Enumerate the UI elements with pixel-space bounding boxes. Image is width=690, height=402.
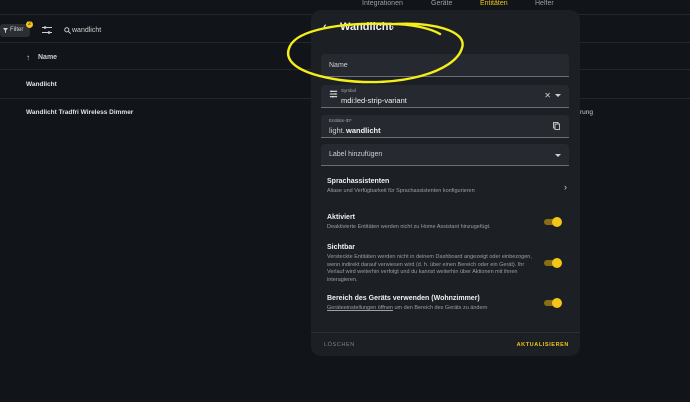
device-area-title: Bereich des Geräts verwenden (Wohnzimmer…	[327, 295, 480, 302]
enabled-toggle[interactable]	[544, 217, 562, 227]
toggle-knob	[552, 217, 562, 227]
name-field[interactable]: Name	[321, 54, 569, 77]
dialog-title: Wandlicht	[340, 21, 393, 33]
voice-assistants-desc: Aliase und Verfügbarkeit für Sprachassis…	[327, 188, 475, 194]
funnel-icon	[3, 28, 8, 33]
chevron-right-icon: ›	[564, 182, 567, 192]
filter-label: Filter	[10, 27, 24, 33]
visible-toggle[interactable]	[544, 258, 562, 268]
enabled-setting: Aktiviert Deaktivierte Entitäten werden …	[327, 214, 527, 232]
label-placeholder: Label hinzufügen	[329, 151, 383, 158]
voice-assistants-title: Sprachassistenten	[327, 178, 390, 185]
entity-id-label: Entitäts-ID*	[329, 118, 352, 123]
search-value: wandlicht	[72, 27, 102, 34]
label-picker-field[interactable]: Label hinzufügen	[321, 144, 569, 166]
row-name: Wandlicht	[26, 81, 57, 88]
filter-button[interactable]: Filter 2	[0, 21, 33, 37]
device-area-setting: Bereich des Geräts verwenden (Wohnzimmer…	[327, 295, 539, 313]
column-header-name[interactable]: Name	[38, 54, 57, 61]
row-extra: rung	[580, 109, 594, 116]
tab-entities[interactable]: Entitäten	[480, 0, 508, 7]
voice-assistants-item[interactable]: Sprachassistenten Aliase und Verfügbarke…	[327, 178, 567, 196]
device-area-desc-rest: um den Bereich des Geräts zu ändern	[392, 305, 488, 311]
filter-count-badge: 2	[26, 21, 33, 28]
name-placeholder: Name	[329, 62, 348, 69]
visible-desc: Versteckte Entitäten werden nicht in dei…	[327, 254, 532, 283]
device-settings-link[interactable]: Geräteeinstellungen öffnen	[327, 305, 393, 311]
dropdown-caret-icon[interactable]	[555, 94, 561, 97]
toggle-knob	[552, 298, 562, 308]
group-settings-icon[interactable]	[42, 26, 52, 34]
entity-id-suffix: wandlicht	[346, 126, 381, 135]
dialog-footer: LÖSCHEN AKTUALISIEREN	[311, 332, 580, 356]
sort-ascending-icon[interactable]: ↑	[26, 53, 30, 62]
update-button[interactable]: AKTUALISIEREN	[517, 342, 569, 348]
row-name: Wandlicht Tradfri Wireless Dimmer	[26, 109, 134, 116]
search-icon	[64, 27, 71, 34]
entity-settings-dialog: ‹ Wandlicht › Name Symbol mdi:led-strip-…	[311, 10, 580, 356]
device-area-desc: Geräteeinstellungen öffnen um den Bereic…	[327, 305, 539, 313]
tab-devices[interactable]: Geräte	[431, 0, 452, 7]
icon-field-label: Symbol	[341, 88, 357, 93]
back-arrow-icon[interactable]: ‹	[323, 21, 327, 33]
chevron-icon[interactable]: ›	[391, 22, 394, 32]
enabled-title: Aktiviert	[327, 214, 356, 221]
entity-id-prefix: light.	[329, 126, 345, 135]
visible-setting: Sichtbar Versteckte Entitäten werden nic…	[327, 244, 539, 284]
tab-helpers[interactable]: Helfer	[535, 0, 554, 7]
icon-picker-field[interactable]: Symbol mdi:led-strip-variant ✕	[321, 85, 569, 108]
visible-title: Sichtbar	[327, 244, 356, 251]
tab-integrations[interactable]: Integrationen	[362, 0, 403, 7]
dropdown-caret-icon[interactable]	[555, 154, 561, 157]
device-area-toggle[interactable]	[544, 298, 562, 308]
entity-id-field[interactable]: Entitäts-ID* light. wandlicht	[321, 115, 569, 138]
delete-button[interactable]: LÖSCHEN	[324, 342, 355, 348]
copy-icon[interactable]	[553, 122, 560, 130]
icon-value: mdi:led-strip-variant	[341, 96, 407, 105]
led-strip-icon	[329, 90, 338, 98]
clear-icon[interactable]: ✕	[544, 91, 551, 100]
toggle-knob	[552, 258, 562, 268]
enabled-desc: Deaktivierte Entitäten werden nicht zu H…	[327, 224, 491, 230]
